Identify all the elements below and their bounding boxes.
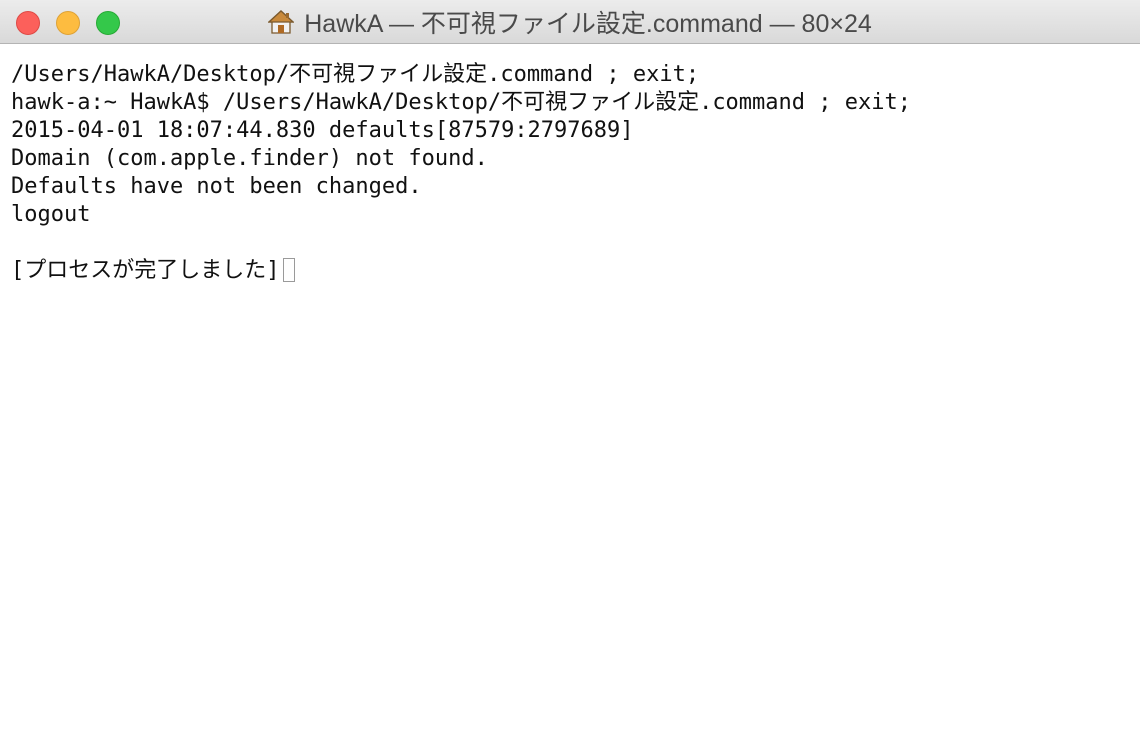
window-title-container: HawkA — 不可視ファイル設定.command — 80×24 [0,0,1140,44]
process-complete-text: [プロセスが完了しました] [11,258,280,283]
terminal-line: logout [11,202,91,227]
title-bar[interactable]: HawkA — 不可視ファイル設定.command — 80×24 [0,0,1140,44]
block-cursor [282,258,295,282]
terminal-line: Domain (com.apple.finder) not found. [11,146,488,171]
terminal-line-status: [プロセスが完了しました] [11,257,1140,285]
home-folder-icon[interactable] [267,9,295,35]
terminal-window: HawkA — 不可視ファイル設定.command — 80×24 /Users… [0,0,1140,732]
terminal-output[interactable]: /Users/HawkA/Desktop/不可視ファイル設定.command ;… [0,45,1140,732]
terminal-line: hawk-a:~ HawkA$ /Users/HawkA/Desktop/不可視… [11,90,911,115]
terminal-line: /Users/HawkA/Desktop/不可視ファイル設定.command ;… [11,62,700,87]
terminal-line: Defaults have not been changed. [11,174,422,199]
terminal-line: 2015-04-01 18:07:44.830 defaults[87579:2… [11,118,634,143]
window-title: HawkA — 不可視ファイル設定.command — 80×24 [304,10,872,38]
